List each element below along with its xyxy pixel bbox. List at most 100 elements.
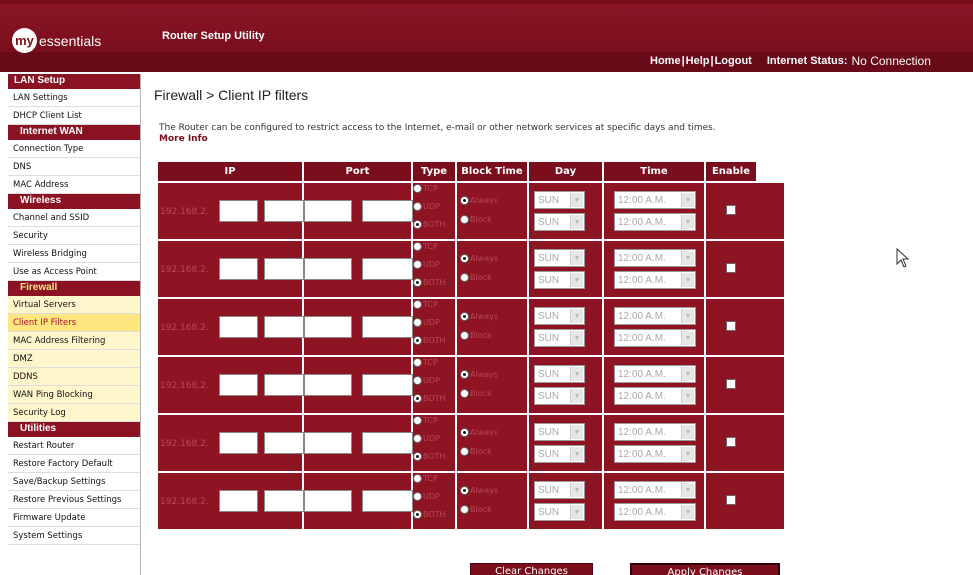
block-always-radio[interactable]: Always — [460, 312, 498, 321]
time-end-select[interactable]: 12:00 A.M. ▼ — [614, 213, 696, 231]
sidebar-item-system-settings[interactable]: System Settings — [8, 527, 140, 545]
port-start-input[interactable] — [304, 258, 352, 280]
port-end-input[interactable] — [362, 374, 413, 396]
sidebar-item-security-log[interactable]: Security Log — [8, 404, 140, 422]
sidebar-item-virtual-servers[interactable]: Virtual Servers — [8, 296, 140, 314]
ip-end-input[interactable] — [264, 316, 304, 338]
time-start-select[interactable]: 12:00 A.M. ▼ — [614, 365, 696, 383]
sidebar-item-mac-address-filtering[interactable]: MAC Address Filtering — [8, 332, 140, 350]
port-start-input[interactable] — [304, 432, 352, 454]
type-udp-radio[interactable]: UDP — [413, 202, 440, 211]
port-end-input[interactable] — [362, 200, 413, 222]
type-tcp-radio[interactable]: TCP — [413, 242, 438, 251]
type-both-radio[interactable]: BOTH — [413, 510, 446, 519]
sidebar-item-channel-and-ssid[interactable]: Channel and SSID — [8, 209, 140, 227]
type-udp-radio[interactable]: UDP — [413, 318, 440, 327]
sidebar-item-ddns[interactable]: DDNS — [8, 368, 140, 386]
apply-changes-button[interactable]: Apply Changes — [630, 563, 780, 575]
ip-start-input[interactable] — [219, 374, 258, 396]
enable-checkbox[interactable] — [726, 379, 736, 389]
time-end-select[interactable]: 12:00 A.M. ▼ — [614, 329, 696, 347]
day-start-select[interactable]: SUN ▼ — [534, 191, 585, 209]
port-start-input[interactable] — [304, 200, 352, 222]
time-start-select[interactable]: 12:00 A.M. ▼ — [614, 423, 696, 441]
sidebar-item-restore-previous-settings[interactable]: Restore Previous Settings — [8, 491, 140, 509]
type-udp-radio[interactable]: UDP — [413, 260, 440, 269]
sidebar-item-use-as-access-point[interactable]: Use as Access Point — [8, 263, 140, 281]
type-udp-radio[interactable]: UDP — [413, 492, 440, 501]
day-end-select[interactable]: SUN ▼ — [534, 445, 585, 463]
block-block-radio[interactable]: Block — [460, 331, 492, 340]
type-tcp-radio[interactable]: TCP — [413, 416, 438, 425]
sidebar-item-mac-address[interactable]: MAC Address — [8, 176, 140, 194]
port-start-input[interactable] — [304, 316, 352, 338]
time-end-select[interactable]: 12:00 A.M. ▼ — [614, 503, 696, 521]
logout-link[interactable]: Logout — [715, 55, 752, 67]
type-both-radio[interactable]: BOTH — [413, 394, 446, 403]
day-end-select[interactable]: SUN ▼ — [534, 271, 585, 289]
day-start-select[interactable]: SUN ▼ — [534, 307, 585, 325]
type-tcp-radio[interactable]: TCP — [413, 184, 438, 193]
ip-end-input[interactable] — [264, 200, 304, 222]
block-always-radio[interactable]: Always — [460, 486, 498, 495]
time-end-select[interactable]: 12:00 A.M. ▼ — [614, 271, 696, 289]
sidebar-item-security[interactable]: Security — [8, 227, 140, 245]
day-end-select[interactable]: SUN ▼ — [534, 329, 585, 347]
port-start-input[interactable] — [304, 374, 352, 396]
sidebar-item-dmz[interactable]: DMZ — [8, 350, 140, 368]
sidebar-item-restart-router[interactable]: Restart Router — [8, 437, 140, 455]
time-start-select[interactable]: 12:00 A.M. ▼ — [614, 307, 696, 325]
day-start-select[interactable]: SUN ▼ — [534, 423, 585, 441]
time-end-select[interactable]: 12:00 A.M. ▼ — [614, 387, 696, 405]
enable-checkbox[interactable] — [726, 495, 736, 505]
port-start-input[interactable] — [304, 490, 352, 512]
sidebar-item-restore-factory-default[interactable]: Restore Factory Default — [8, 455, 140, 473]
day-end-select[interactable]: SUN ▼ — [534, 387, 585, 405]
type-both-radio[interactable]: BOTH — [413, 336, 446, 345]
time-start-select[interactable]: 12:00 A.M. ▼ — [614, 191, 696, 209]
enable-checkbox[interactable] — [726, 437, 736, 447]
sidebar-item-save-backup-settings[interactable]: Save/Backup Settings — [8, 473, 140, 491]
type-both-radio[interactable]: BOTH — [413, 278, 446, 287]
sidebar-item-wireless-bridging[interactable]: Wireless Bridging — [8, 245, 140, 263]
home-link[interactable]: Home — [650, 55, 681, 67]
type-tcp-radio[interactable]: TCP — [413, 358, 438, 367]
block-block-radio[interactable]: Block — [460, 389, 492, 398]
ip-start-input[interactable] — [219, 200, 258, 222]
ip-end-input[interactable] — [264, 432, 304, 454]
day-end-select[interactable]: SUN ▼ — [534, 213, 585, 231]
time-end-select[interactable]: 12:00 A.M. ▼ — [614, 445, 696, 463]
help-link[interactable]: Help — [686, 55, 710, 67]
enable-checkbox[interactable] — [726, 205, 736, 215]
sidebar-item-lan-settings[interactable]: LAN Settings — [8, 89, 140, 107]
day-start-select[interactable]: SUN ▼ — [534, 481, 585, 499]
block-always-radio[interactable]: Always — [460, 196, 498, 205]
enable-checkbox[interactable] — [726, 263, 736, 273]
port-end-input[interactable] — [362, 490, 413, 512]
clear-changes-button[interactable]: Clear Changes — [470, 563, 593, 575]
time-start-select[interactable]: 12:00 A.M. ▼ — [614, 249, 696, 267]
sidebar-item-firmware-update[interactable]: Firmware Update — [8, 509, 140, 527]
block-block-radio[interactable]: Block — [460, 447, 492, 456]
ip-start-input[interactable] — [219, 316, 258, 338]
day-start-select[interactable]: SUN ▼ — [534, 365, 585, 383]
port-end-input[interactable] — [362, 316, 413, 338]
block-always-radio[interactable]: Always — [460, 428, 498, 437]
ip-start-input[interactable] — [219, 490, 258, 512]
type-both-radio[interactable]: BOTH — [413, 220, 446, 229]
ip-end-input[interactable] — [264, 490, 304, 512]
day-end-select[interactable]: SUN ▼ — [534, 503, 585, 521]
block-block-radio[interactable]: Block — [460, 215, 492, 224]
port-end-input[interactable] — [362, 432, 413, 454]
type-tcp-radio[interactable]: TCP — [413, 474, 438, 483]
type-udp-radio[interactable]: UDP — [413, 434, 440, 443]
sidebar-item-dhcp-client-list[interactable]: DHCP Client List — [8, 107, 140, 125]
type-udp-radio[interactable]: UDP — [413, 376, 440, 385]
ip-end-input[interactable] — [264, 258, 304, 280]
block-block-radio[interactable]: Block — [460, 273, 492, 282]
sidebar-item-dns[interactable]: DNS — [8, 158, 140, 176]
ip-end-input[interactable] — [264, 374, 304, 396]
ip-start-input[interactable] — [219, 258, 258, 280]
type-both-radio[interactable]: BOTH — [413, 452, 446, 461]
time-start-select[interactable]: 12:00 A.M. ▼ — [614, 481, 696, 499]
